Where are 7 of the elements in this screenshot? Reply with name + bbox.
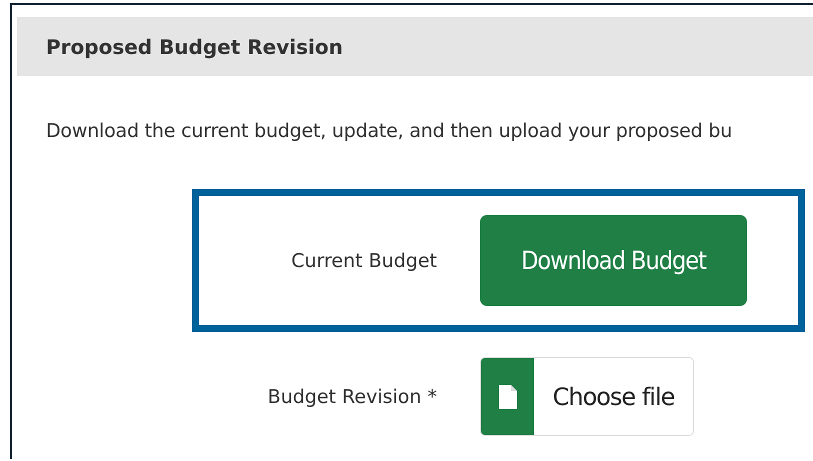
field-label: Budget Revision * — [268, 386, 437, 408]
field-label: Current Budget — [291, 250, 437, 272]
document-icon — [498, 384, 516, 408]
panel-title: Proposed Budget Revision — [46, 34, 343, 58]
instructions-text: Download the current budget, update, and then upload your proposed bu — [46, 120, 734, 142]
download-button[interactable]: Download Budget — [480, 215, 747, 306]
file-chooser[interactable]: Choose file — [480, 357, 694, 436]
